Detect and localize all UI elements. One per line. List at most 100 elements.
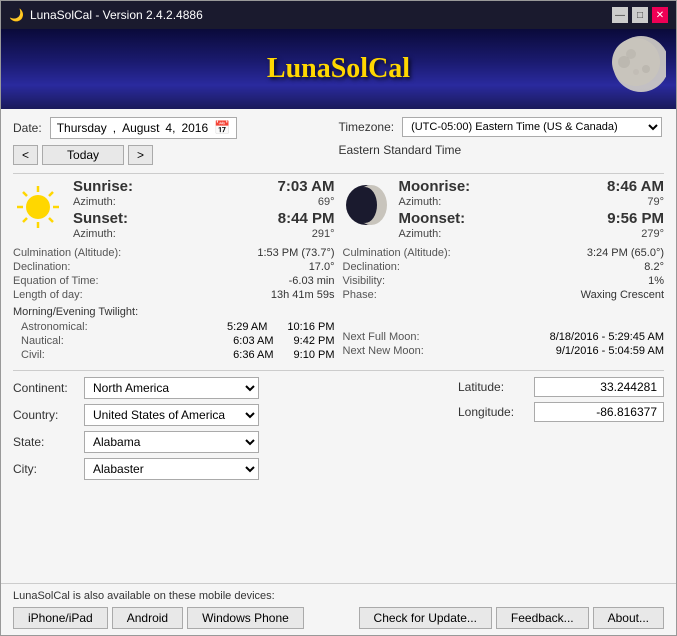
moon-culmination-label: Culmination (Altitude): [343, 247, 451, 259]
sun-declination-label: Declination: [13, 261, 70, 273]
divider-1 [13, 173, 664, 174]
latitude-row: Latitude: [343, 377, 665, 397]
moon-graphic [576, 34, 666, 104]
moon-culmination-value: 3:24 PM (65.0°) [587, 247, 664, 259]
moonset-label: Moonset: [399, 210, 466, 227]
civil-morning: 6:36 AM [233, 349, 273, 361]
moon-declination-row: Declination: 8.2° [343, 260, 665, 274]
date-box: Thursday , August 4, 2016 📅 [50, 117, 238, 139]
civil-label: Civil: [21, 349, 101, 361]
next-full-moon-row: Next Full Moon: 8/18/2016 - 5:29:45 AM [343, 330, 665, 344]
moon-visibility-value: 1% [648, 275, 664, 287]
astronomical-label: Astronomical: [21, 321, 101, 333]
timezone-select[interactable]: (UTC-05:00) Eastern Time (US & Canada) [402, 117, 662, 137]
mobile-text: LunaSolCal is also available on these mo… [13, 590, 664, 602]
next-date-button[interactable]: > [128, 145, 153, 165]
moonrise-az-row: Azimuth: 79° [399, 196, 665, 208]
content-area: Date: Thursday , August 4, 2016 📅 < Toda… [1, 109, 676, 583]
moonrise-az-label: Azimuth: [399, 196, 442, 208]
minimize-button[interactable]: — [612, 7, 628, 23]
sun-declination-row: Declination: 17.0° [13, 260, 335, 274]
latitude-label: Latitude: [458, 380, 528, 394]
header-banner: LunaSolCal [1, 29, 676, 109]
location-left: Continent: North America Country: United… [13, 377, 335, 485]
date-day: 4, [165, 121, 175, 135]
est-label: Eastern Standard Time [339, 143, 665, 157]
top-controls: Date: Thursday , August 4, 2016 📅 < Toda… [13, 117, 664, 165]
about-button[interactable]: About... [593, 607, 664, 629]
moonset-az-row: Azimuth: 279° [399, 228, 665, 240]
date-label: Date: [13, 121, 42, 135]
sun-culmination-label: Culmination (Altitude): [13, 247, 121, 259]
moon-panel: Moonrise: 8:46 AM Azimuth: 79° Moonset: … [343, 178, 665, 362]
next-full-value: 8/18/2016 - 5:29:45 AM [550, 331, 664, 343]
moonrise-az-value: 79° [647, 196, 664, 208]
country-row: Country: United States of America [13, 404, 335, 426]
sunset-az-value: 291° [312, 228, 335, 240]
prev-date-button[interactable]: < [13, 145, 38, 165]
app-icon: 🌙 [9, 8, 24, 22]
moonrise-label: Moonrise: [399, 178, 471, 195]
next-full-label: Next Full Moon: [343, 331, 420, 343]
civil-times: 6:36 AM 9:10 PM [233, 349, 334, 361]
nautical-times: 6:03 AM 9:42 PM [233, 335, 334, 347]
title-bar-controls: — □ ✕ [612, 7, 668, 23]
moonset-az-label: Azimuth: [399, 228, 442, 240]
moon-rise-set: Moonrise: 8:46 AM Azimuth: 79° Moonset: … [399, 178, 665, 240]
window-title: LunaSolCal - Version 2.4.2.4886 [30, 8, 203, 22]
check-update-button[interactable]: Check for Update... [359, 607, 492, 629]
moonset-az-value: 279° [641, 228, 664, 240]
continent-label: Continent: [13, 381, 78, 395]
moonset-time: 9:56 PM [607, 210, 664, 227]
moon-data-row: Moonrise: 8:46 AM Azimuth: 79° Moonset: … [343, 178, 665, 240]
sun-equation-value: -6.03 min [289, 275, 335, 287]
astronomical-evening: 10:16 PM [287, 321, 334, 333]
sunset-label: Sunset: [73, 210, 128, 227]
astronomical-twilight-row: Astronomical: 5:29 AM 10:16 PM [13, 320, 335, 334]
sunrise-az-label: Azimuth: [73, 196, 116, 208]
sun-panel: Sunrise: 7:03 AM Azimuth: 69° Sunset: 8:… [13, 178, 335, 362]
latitude-input[interactable] [534, 377, 664, 397]
moon-phase-icon [343, 182, 389, 228]
city-select[interactable]: Alabaster [84, 458, 259, 480]
timezone-label: Timezone: [339, 120, 395, 134]
action-buttons: Check for Update... Feedback... About... [359, 607, 664, 629]
nautical-evening: 9:42 PM [294, 335, 335, 347]
close-button[interactable]: ✕ [652, 7, 668, 23]
state-row: State: Alabama [13, 431, 335, 453]
sunrise-label: Sunrise: [73, 178, 133, 195]
city-row: City: Alabaster [13, 458, 335, 480]
sun-equation-row: Equation of Time: -6.03 min [13, 274, 335, 288]
date-month: August [122, 121, 159, 135]
sun-length-label: Length of day: [13, 289, 83, 301]
continent-select[interactable]: North America [84, 377, 259, 399]
moon-declination-value: 8.2° [644, 261, 664, 273]
sun-culmination-row: Culmination (Altitude): 1:53 PM (73.7°) [13, 246, 335, 260]
maximize-button[interactable]: □ [632, 7, 648, 23]
left-controls: Date: Thursday , August 4, 2016 📅 < Toda… [13, 117, 339, 165]
right-controls: Timezone: (UTC-05:00) Eastern Time (US &… [339, 117, 665, 157]
android-button[interactable]: Android [112, 607, 183, 629]
calendar-icon[interactable]: 📅 [214, 120, 230, 136]
iphone-button[interactable]: iPhone/iPad [13, 607, 108, 629]
footer: LunaSolCal is also available on these mo… [1, 583, 676, 635]
date-row: Date: Thursday , August 4, 2016 📅 [13, 117, 339, 139]
next-moon-section: Next Full Moon: 8/18/2016 - 5:29:45 AM N… [343, 308, 665, 358]
nav-row: < Today > [13, 145, 339, 165]
longitude-input[interactable] [534, 402, 664, 422]
sunrise-az-row: Azimuth: 69° [73, 196, 335, 208]
sunrise-az-value: 69° [318, 196, 335, 208]
nautical-morning: 6:03 AM [233, 335, 273, 347]
state-select[interactable]: Alabama [84, 431, 259, 453]
moonrise-time: 8:46 AM [607, 178, 664, 195]
windows-phone-button[interactable]: Windows Phone [187, 607, 304, 629]
location-section: Continent: North America Country: United… [13, 370, 664, 485]
sunset-az-row: Azimuth: 291° [73, 228, 335, 240]
today-button[interactable]: Today [42, 145, 124, 165]
sunset-time: 8:44 PM [278, 210, 335, 227]
main-window: 🌙 LunaSolCal - Version 2.4.2.4886 — □ ✕ … [0, 0, 677, 636]
country-select[interactable]: United States of America [84, 404, 259, 426]
sun-length-value: 13h 41m 59s [271, 289, 335, 301]
feedback-button[interactable]: Feedback... [496, 607, 589, 629]
moon-phase-label: Phase: [343, 289, 377, 301]
